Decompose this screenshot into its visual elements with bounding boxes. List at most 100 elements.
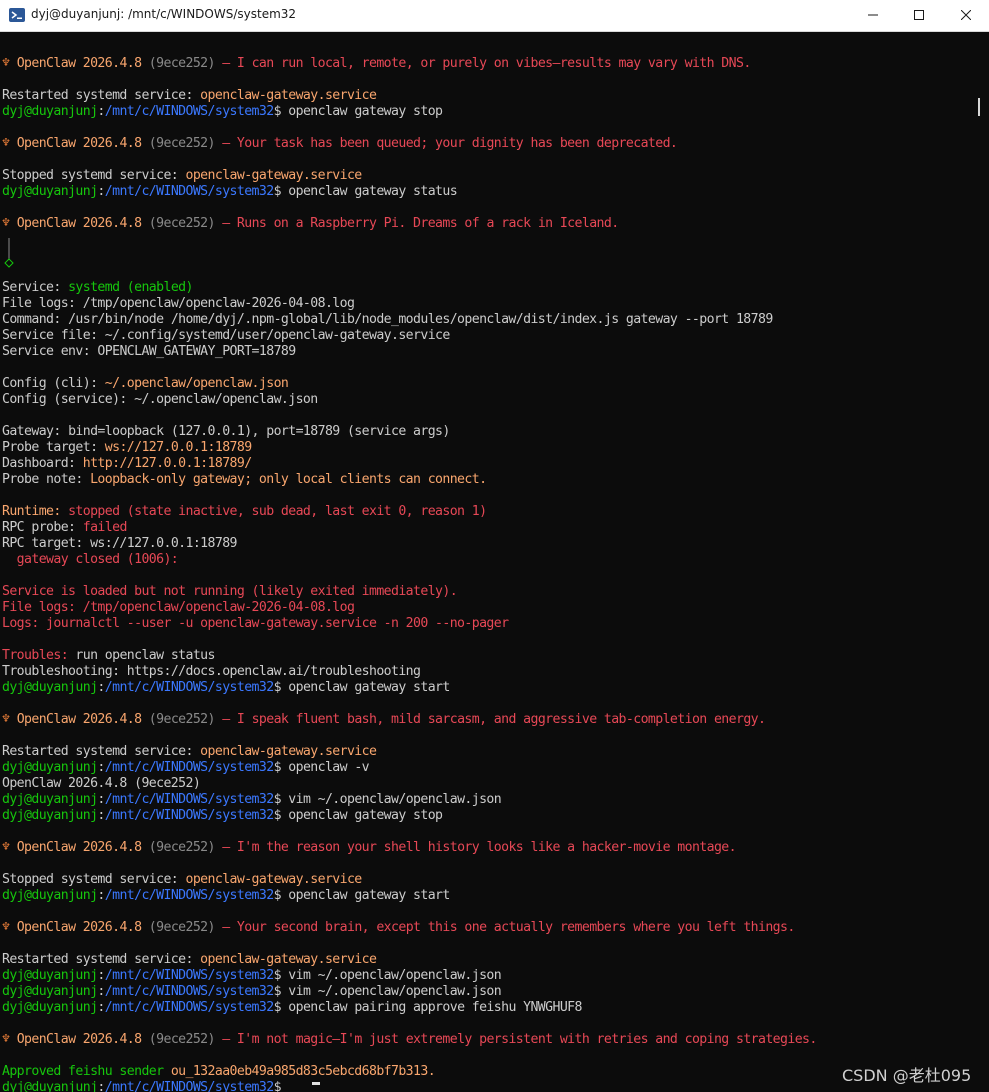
banner-hash: (9ece252) [141, 136, 216, 151]
output-line: Probe target: ws://127.0.0.1:18789 [2, 440, 252, 456]
prompt-colon: : [97, 104, 105, 119]
prompt-user: dyj@duyanjunj [2, 808, 98, 823]
output-line: File logs: /tmp/openclaw/openclaw-2026-0… [2, 296, 355, 312]
output-key: Restarted systemd service: [2, 744, 201, 759]
command-text: openclaw gateway start [280, 680, 450, 695]
lobster-icon: ♆ [2, 56, 17, 71]
prompt-line: dyj@duyanjunj:/mnt/c/WINDOWS/system32$ o… [2, 680, 450, 696]
output-line: ♆ OpenClaw 2026.4.8 (9ece252) — I'm not … [2, 1032, 817, 1048]
output-key: Logs: [2, 616, 47, 631]
output-key: Gateway: [2, 424, 69, 439]
maximize-icon [914, 10, 924, 20]
banner-version: OpenClaw 2026.4.8 [16, 920, 142, 935]
banner-hash: (9ece252) [141, 1032, 216, 1047]
prompt-symbol: $ [273, 1080, 282, 1092]
prompt-colon: : [97, 1000, 105, 1015]
output-line: Restarted systemd service: openclaw-gate… [2, 744, 377, 760]
lobster-icon: ♆ [2, 920, 17, 935]
prompt-user: dyj@duyanjunj [2, 888, 98, 903]
prompt-symbol: $ [273, 104, 282, 119]
prompt-path: /mnt/c/WINDOWS/system32 [104, 184, 274, 199]
output-key: Probe target: [2, 440, 105, 455]
output-line: Troubles: run openclaw status [2, 648, 215, 664]
output-line: Config (service): ~/.openclaw/openclaw.j… [2, 392, 318, 408]
output-key: Approved feishu sender [2, 1064, 171, 1079]
prompt-path: /mnt/c/WINDOWS/system32 [104, 968, 274, 983]
prompt-colon: : [97, 760, 105, 775]
scrollbar-thumb[interactable] [978, 98, 980, 116]
output-line: Config (cli): ~/.openclaw/openclaw.json [2, 376, 289, 392]
banner-version: OpenClaw 2026.4.8 [16, 136, 142, 151]
prompt-line: dyj@duyanjunj:/mnt/c/WINDOWS/system32$ o… [2, 1000, 582, 1016]
watermark: CSDN @老杜095 [842, 1066, 972, 1085]
output-line: File logs: /tmp/openclaw/openclaw-2026-0… [2, 600, 355, 616]
lobster-icon: ♆ [2, 712, 17, 727]
prompt-path: /mnt/c/WINDOWS/system32 [104, 1080, 274, 1092]
output-line: Command: /usr/bin/node /home/dyj/.npm-gl… [2, 312, 773, 328]
tree-connector-icon [4, 238, 14, 268]
prompt-colon: : [97, 680, 105, 695]
prompt-user: dyj@duyanjunj [2, 1000, 98, 1015]
prompt-line: dyj@duyanjunj:/mnt/c/WINDOWS/system32$ v… [2, 984, 502, 1000]
command-text: vim ~/.openclaw/openclaw.json [280, 792, 502, 807]
prompt-colon: : [97, 1080, 105, 1092]
output-text: OpenClaw 2026.4.8 (9ece252) [2, 776, 201, 791]
banner-hash: (9ece252) [141, 216, 216, 231]
prompt-path: /mnt/c/WINDOWS/system32 [104, 760, 274, 775]
prompt-colon: : [97, 888, 105, 903]
output-value: http://127.0.0.1:18789/ [82, 456, 252, 471]
output-value: failed [82, 520, 128, 535]
output-key: Restarted systemd service: [2, 952, 201, 967]
output-line: Restarted systemd service: openclaw-gate… [2, 952, 377, 968]
banner-tagline: — I speak fluent bash, mild sarcasm, and… [214, 712, 766, 727]
command-text: openclaw gateway status [280, 184, 458, 199]
banner-tagline: — I'm not magic—I'm just extremely persi… [214, 1032, 817, 1047]
output-line: ♆ OpenClaw 2026.4.8 (9ece252) — Runs on … [2, 216, 619, 232]
output-key: Troubleshooting: [2, 664, 127, 679]
output-key: Service: [2, 280, 69, 295]
output-value: ws://127.0.0.1:18789 [104, 440, 252, 455]
prompt-user: dyj@duyanjunj [2, 792, 98, 807]
prompt-user: dyj@duyanjunj [2, 968, 98, 983]
banner-hash: (9ece252) [141, 56, 216, 71]
prompt-colon: : [97, 968, 105, 983]
command-text: vim ~/.openclaw/openclaw.json [280, 984, 502, 999]
output-key: Troubles: [2, 648, 76, 663]
banner-tagline: — Your task has been queued; your dignit… [214, 136, 678, 151]
command-text: openclaw gateway stop [280, 104, 443, 119]
prompt-line: dyj@duyanjunj:/mnt/c/WINDOWS/system32$ o… [2, 808, 443, 824]
prompt-user: dyj@duyanjunj [2, 1080, 98, 1092]
output-value: ou_132aa0eb49a985d83c5ebcd68bf7b313. [170, 1064, 436, 1079]
prompt-line: dyj@duyanjunj:/mnt/c/WINDOWS/system32$ o… [2, 888, 450, 904]
output-line: Approved feishu sender ou_132aa0eb49a985… [2, 1064, 436, 1080]
minimize-button[interactable] [850, 0, 896, 31]
close-button[interactable] [943, 0, 989, 31]
banner-hash: (9ece252) [141, 840, 216, 855]
output-line: ♆ OpenClaw 2026.4.8 (9ece252) — Your sec… [2, 920, 795, 936]
banner-tagline: — I'm the reason your shell history look… [214, 840, 736, 855]
output-value: run openclaw status [75, 648, 215, 663]
output-line: Gateway: bind=loopback (127.0.0.1), port… [2, 424, 450, 440]
output-value: ~/.openclaw/openclaw.json [104, 376, 289, 391]
prompt-line: dyj@duyanjunj:/mnt/c/WINDOWS/system32$ v… [2, 792, 502, 808]
output-key: Command: [2, 312, 69, 327]
output-key: Stopped systemd service: [2, 168, 186, 183]
terminal-output[interactable]: ♆ OpenClaw 2026.4.8 (9ece252) — I can ru… [0, 32, 972, 1092]
prompt-line[interactable]: dyj@duyanjunj:/mnt/c/WINDOWS/system32$ [2, 1080, 282, 1092]
maximize-button[interactable] [896, 0, 942, 31]
prompt-line: dyj@duyanjunj:/mnt/c/WINDOWS/system32$ v… [2, 968, 502, 984]
output-key: Config (cli): [2, 376, 105, 391]
output-key: RPC probe: [2, 520, 83, 535]
prompt-symbol: $ [273, 808, 282, 823]
output-line: Service file: ~/.config/systemd/user/ope… [2, 328, 450, 344]
output-line: RPC target: ws://127.0.0.1:18789 [2, 536, 237, 552]
output-key: Config (service): [2, 392, 135, 407]
output-key: Runtime: [2, 504, 69, 519]
banner-hash: (9ece252) [141, 920, 216, 935]
prompt-user: dyj@duyanjunj [2, 104, 98, 119]
banner-version: OpenClaw 2026.4.8 [16, 56, 142, 71]
output-line: Runtime: stopped (state inactive, sub de… [2, 504, 487, 520]
output-value: Loopback-only gateway; only local client… [90, 472, 487, 487]
scrollbar[interactable] [972, 32, 989, 1092]
output-line: Dashboard: http://127.0.0.1:18789/ [2, 456, 252, 472]
